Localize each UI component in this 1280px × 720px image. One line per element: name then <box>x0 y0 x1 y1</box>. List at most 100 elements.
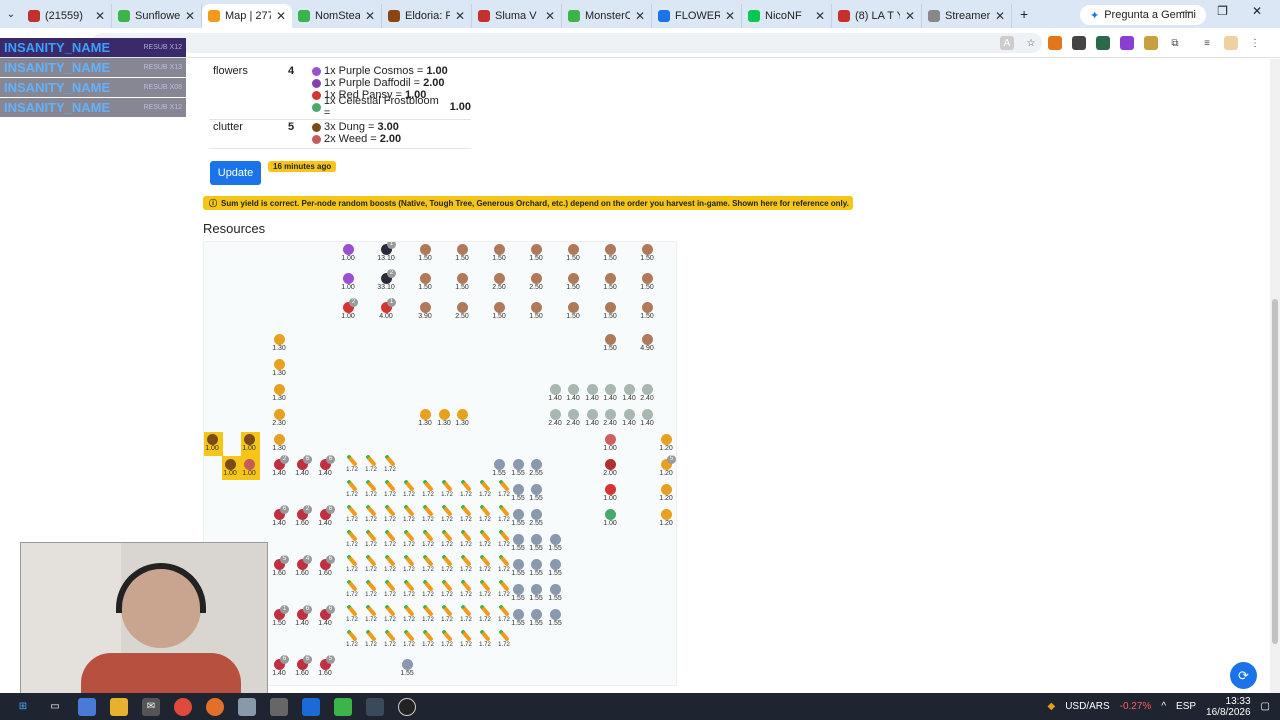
resource-node[interactable]: 2.50 <box>449 302 475 320</box>
puzzle-icon[interactable]: ⧉ <box>1168 36 1182 50</box>
resource-node[interactable]: 1.60 6 <box>312 555 338 577</box>
resource-node[interactable]: 13.10 1 <box>373 242 399 262</box>
carrot-crop-node[interactable]: 1.72 <box>457 554 475 573</box>
resource-node[interactable]: 1.20 <box>653 434 676 452</box>
carrot-crop-node[interactable]: 1.72 <box>362 629 380 648</box>
update-button[interactable]: Update <box>210 161 261 185</box>
resource-node[interactable]: 1.50 <box>597 273 623 291</box>
copilot-icon[interactable] <box>78 697 96 716</box>
resource-node[interactable]: 1.40 6 <box>312 455 338 477</box>
resource-node[interactable]: 1.50 <box>560 273 586 291</box>
carrot-crop-node[interactable]: 1.72 <box>438 504 456 523</box>
carrot-crop-node[interactable]: 1.72 <box>381 554 399 573</box>
tab-close-icon[interactable]: ✕ <box>365 9 375 23</box>
resource-node[interactable]: 2.00 <box>597 459 623 477</box>
tab-close-icon[interactable]: ✕ <box>185 9 195 23</box>
extension-icon-4[interactable] <box>1120 36 1134 50</box>
playlist-icon[interactable]: ≡ <box>1200 36 1214 50</box>
resource-node[interactable]: 1.55 <box>542 559 568 577</box>
carrot-crop-node[interactable]: 1.72 <box>343 504 361 523</box>
carrot-crop-node[interactable]: 1.72 <box>362 504 380 523</box>
resource-node[interactable]: 4.00 1 <box>373 298 399 320</box>
browser-tab[interactable]: Sluma V ✕ <box>472 4 562 28</box>
carrot-crop-node[interactable]: 1.72 <box>381 604 399 623</box>
resource-node[interactable]: 2.50 <box>523 273 549 291</box>
carrot-crop-node[interactable]: 1.72 <box>400 554 418 573</box>
carrot-crop-node[interactable]: 1.72 <box>343 454 361 473</box>
carrot-crop-node[interactable]: 1.72 <box>419 629 437 648</box>
carrot-crop-node[interactable]: 1.72 <box>457 604 475 623</box>
resource-node[interactable]: 1.55 <box>542 609 568 627</box>
browser-tab[interactable]: (21559) ✕ <box>22 4 112 28</box>
resource-node[interactable]: 1.00 <box>335 244 361 262</box>
browser-tab[interactable]: MonsterCla ✕ <box>562 4 652 28</box>
carrot-crop-node[interactable]: 1.72 <box>343 579 361 598</box>
carrot-crop-node[interactable]: 1.72 <box>419 529 437 548</box>
carrot-crop-node[interactable]: 1.72 <box>457 579 475 598</box>
resource-node[interactable]: 1.30 <box>266 334 292 352</box>
carrot-crop-node[interactable]: 1.72 <box>381 504 399 523</box>
resource-node[interactable]: 2.30 <box>266 409 292 427</box>
resource-node[interactable]: 33.10 2 <box>373 269 399 291</box>
start-icon[interactable]: ⊞ <box>14 698 32 716</box>
carrot-crop-node[interactable]: 1.72 <box>457 629 475 648</box>
tab-close-icon[interactable]: ✕ <box>95 9 105 23</box>
resource-node[interactable]: 1.20 <box>653 484 676 502</box>
carrot-crop-node[interactable]: 1.72 <box>495 504 513 523</box>
browser-tab[interactable]: NicoNF ✕ <box>742 4 832 28</box>
resource-node[interactable]: 1.50 <box>560 302 586 320</box>
carrot-crop-node[interactable]: 1.72 <box>495 579 513 598</box>
resource-node[interactable]: 2.55 <box>523 459 549 477</box>
resource-node[interactable]: 3.90 <box>412 302 438 320</box>
carrot-crop-node[interactable]: 1.72 <box>362 579 380 598</box>
resource-node[interactable]: 1.40 6 <box>312 505 338 527</box>
extension-icon-3[interactable] <box>1096 36 1110 50</box>
resource-node[interactable]: 1.30 <box>266 384 292 402</box>
resource-node[interactable]: 1.00 <box>236 459 262 477</box>
resource-node[interactable]: 1.00 <box>597 434 623 452</box>
resource-node[interactable]: 1.00 2 <box>335 298 361 320</box>
carrot-crop-node[interactable]: 1.72 <box>343 604 361 623</box>
resource-node[interactable]: 1.40 <box>634 409 660 427</box>
app-icon-4[interactable] <box>334 697 352 716</box>
resource-node[interactable]: 1.50 <box>597 334 623 352</box>
carrot-crop-node[interactable]: 1.72 <box>381 454 399 473</box>
carrot-crop-node[interactable]: 1.72 <box>438 579 456 598</box>
resource-node[interactable]: 1.20 5 <box>653 455 676 477</box>
carrot-crop-node[interactable]: 1.72 <box>495 554 513 573</box>
resource-node[interactable]: 1.50 <box>560 244 586 262</box>
firefox-icon[interactable] <box>206 697 224 716</box>
app-icon-3[interactable] <box>302 697 320 716</box>
more-menu-icon[interactable]: ⋮ <box>1248 36 1262 50</box>
carrot-crop-node[interactable]: 1.72 <box>476 554 494 573</box>
mail-icon[interactable]: ✉ <box>142 697 160 716</box>
resource-node[interactable]: 1.00 <box>236 434 262 452</box>
carrot-crop-node[interactable]: 1.72 <box>457 529 475 548</box>
carrot-crop-node[interactable]: 1.72 <box>381 479 399 498</box>
resource-node[interactable]: 1.00 <box>335 273 361 291</box>
carrot-crop-node[interactable]: 1.72 <box>381 579 399 598</box>
carrot-crop-node[interactable]: 1.72 <box>438 529 456 548</box>
carrot-crop-node[interactable]: 1.72 <box>476 629 494 648</box>
resource-node[interactable]: 1.30 <box>449 409 475 427</box>
task-view-icon[interactable]: ▭ <box>46 698 64 716</box>
carrot-crop-node[interactable]: 1.72 <box>476 529 494 548</box>
carrot-crop-node[interactable]: 1.72 <box>438 554 456 573</box>
extension-icon-2[interactable] <box>1072 36 1086 50</box>
resource-node[interactable]: 1.30 <box>266 434 292 452</box>
browser-tab[interactable]: Map | 2774 ✕ <box>202 4 292 28</box>
resource-node[interactable]: 1.50 <box>597 302 623 320</box>
resource-node[interactable]: 1.55 <box>542 534 568 552</box>
carrot-crop-node[interactable]: 1.72 <box>362 454 380 473</box>
new-tab-button[interactable]: + <box>1020 6 1028 22</box>
explorer-icon[interactable] <box>110 697 128 716</box>
resource-node[interactable]: 1.20 <box>653 509 676 527</box>
carrot-crop-node[interactable]: 1.72 <box>400 579 418 598</box>
notifications-icon[interactable]: ▢ <box>1261 701 1270 712</box>
resource-node[interactable]: 1.60 5 <box>312 655 338 677</box>
resource-node[interactable]: 1.50 <box>634 244 660 262</box>
resource-node[interactable]: 1.50 <box>486 244 512 262</box>
carrot-crop-node[interactable]: 1.72 <box>457 479 475 498</box>
carrot-crop-node[interactable]: 1.72 <box>476 604 494 623</box>
tab-close-icon[interactable]: ✕ <box>995 9 1005 23</box>
